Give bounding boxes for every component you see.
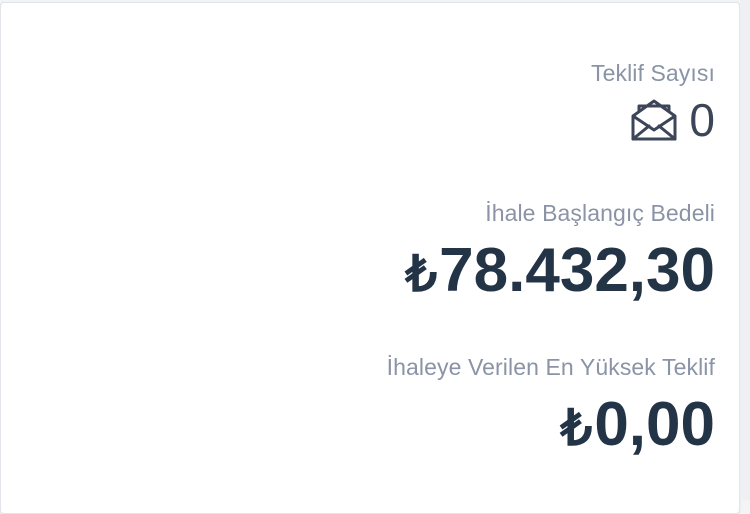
offer-count-value: 0 [689, 94, 715, 146]
highest-offer-amount: 0,00 [594, 390, 715, 459]
auction-info-card: Teklif Sayısı 0 İhale Başlangıç Bedeli ₺… [0, 2, 740, 514]
starting-price-value: ₺ 78.432,30 [405, 239, 715, 306]
starting-price-block: İhale Başlangıç Bedeli ₺ 78.432,30 [405, 199, 715, 306]
offer-count-block: Teklif Sayısı 0 [591, 59, 715, 143]
currency-symbol: ₺ [405, 246, 438, 302]
highest-offer-block: İhaleye Verilen En Yüksek Teklif ₺ 0,00 [387, 353, 715, 460]
offer-count-label: Teklif Sayısı [590, 60, 715, 86]
starting-price-amount: 78.432,30 [439, 236, 715, 305]
highest-offer-value: ₺ 0,00 [387, 393, 715, 460]
envelope-open-icon [629, 98, 679, 142]
starting-price-label: İhale Başlangıç Bedeli [485, 200, 715, 226]
offer-count-row: 0 [591, 97, 715, 143]
highest-offer-label: İhaleye Verilen En Yüksek Teklif [386, 354, 715, 380]
page-edge [740, 0, 750, 500]
currency-symbol: ₺ [560, 400, 593, 456]
